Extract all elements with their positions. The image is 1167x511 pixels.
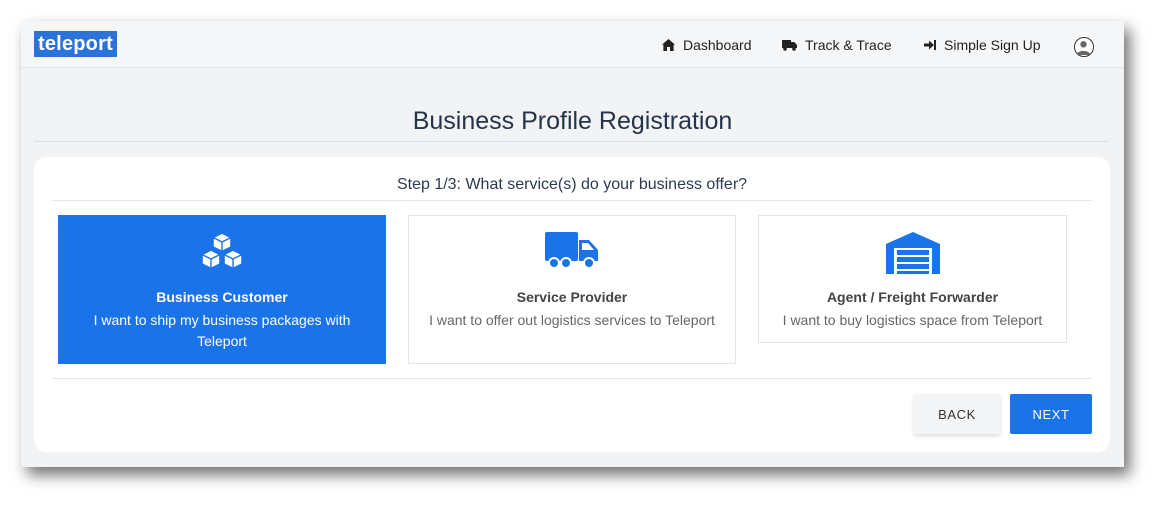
option-business-customer[interactable]: Business Customer I want to ship my busi…: [58, 215, 386, 364]
nav-dashboard-label: Dashboard: [683, 37, 752, 53]
top-navbar: teleport Dashboard Track & Trace Simple …: [21, 21, 1124, 68]
nav-simple-signup-link[interactable]: Simple Sign Up: [924, 36, 1041, 54]
nav-simple-signup-label: Simple Sign Up: [944, 37, 1041, 53]
option-service-provider[interactable]: Service Provider I want to offer out log…: [408, 215, 736, 364]
registration-card: Step 1/3: What service(s) do your busine…: [34, 157, 1110, 452]
nav-track-trace-label: Track & Trace: [805, 37, 892, 53]
home-icon: [662, 39, 675, 51]
option-description: I want to buy logistics space from Telep…: [782, 312, 1043, 328]
back-button[interactable]: BACK: [914, 394, 1000, 434]
boxes-icon: [201, 232, 243, 270]
next-button[interactable]: NEXT: [1010, 394, 1092, 434]
option-title: Business Customer: [156, 289, 288, 305]
title-divider: [34, 141, 1109, 142]
actions-divider: [52, 378, 1092, 379]
app-window: teleport Dashboard Track & Trace Simple …: [21, 21, 1124, 467]
option-agent-freight-forwarder[interactable]: Agent / Freight Forwarder I want to buy …: [758, 215, 1067, 343]
option-description: I want to offer out logistics services t…: [429, 312, 715, 328]
step-divider: [52, 200, 1092, 201]
option-title: Service Provider: [516, 289, 628, 305]
truck-icon: [545, 232, 598, 269]
nav-dashboard-link[interactable]: Dashboard: [662, 36, 752, 54]
truck-icon: [782, 39, 797, 51]
sign-in-icon: [924, 40, 936, 50]
page-title: Business Profile Registration: [412, 107, 733, 135]
option-description: I want to ship my business packages with…: [93, 312, 351, 349]
nav-track-trace-link[interactable]: Track & Trace: [782, 36, 892, 54]
option-title: Agent / Freight Forwarder: [826, 289, 999, 305]
teleport-logo[interactable]: teleport: [34, 31, 117, 57]
user-avatar-icon[interactable]: [1074, 37, 1094, 57]
warehouse-icon: [885, 232, 940, 274]
step-title: Step 1/3: What service(s) do your busine…: [396, 176, 748, 193]
